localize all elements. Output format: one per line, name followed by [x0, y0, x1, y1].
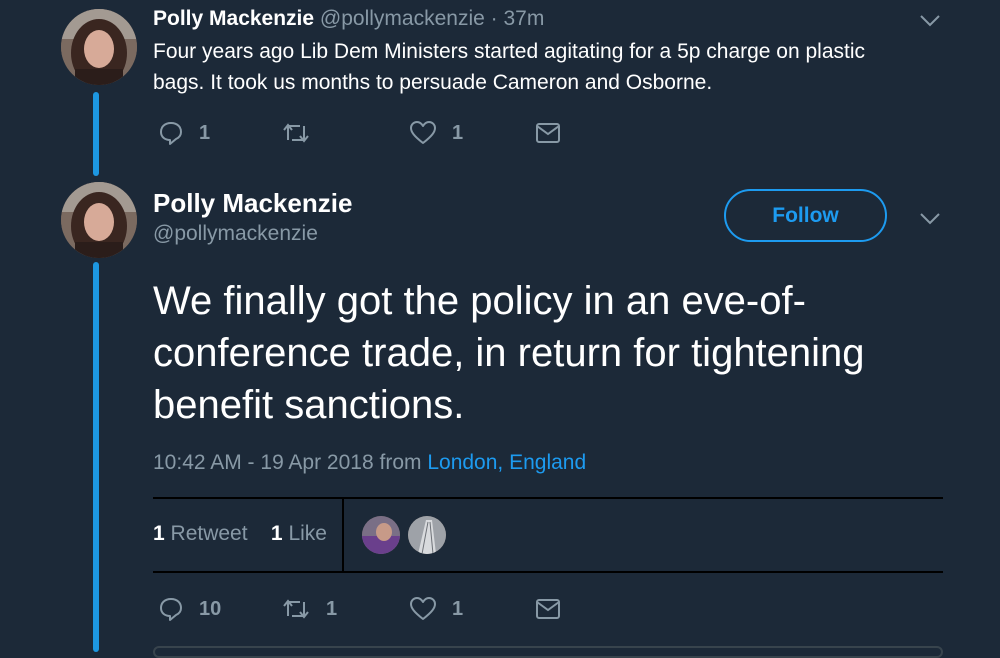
heart-icon[interactable] — [409, 596, 437, 622]
reply-box[interactable] — [153, 646, 943, 658]
reply-count: 1 — [199, 122, 211, 144]
retweet-icon[interactable] — [281, 120, 311, 146]
retweet-label[interactable]: Retweet — [171, 522, 248, 545]
divider — [342, 499, 344, 571]
retweet-total[interactable]: 1 — [153, 522, 165, 545]
tweet-timestamp[interactable]: 10:42 AM - 19 Apr 2018 from — [153, 451, 422, 474]
author-name[interactable]: Polly Mackenzie — [153, 7, 314, 30]
thread-line — [93, 262, 99, 652]
follow-button[interactable]: Follow — [724, 189, 887, 242]
tweet-text-line: bags. It took us months to persuade Came… — [153, 71, 713, 94]
retweet-count: 1 — [326, 598, 338, 620]
tweet-text-line: benefit sanctions. — [153, 383, 465, 427]
avatar[interactable] — [61, 9, 137, 85]
author-handle[interactable]: @pollymackenzie — [153, 222, 318, 246]
like-label[interactable]: Like — [288, 522, 327, 545]
author-handle[interactable]: @pollymackenzie — [320, 7, 485, 30]
like-count: 1 — [452, 598, 464, 620]
tweet-text-line: conference trade, in return for tighteni… — [153, 331, 865, 375]
chevron-down-icon[interactable] — [919, 212, 941, 226]
author-name[interactable]: Polly Mackenzie — [153, 188, 352, 219]
chevron-down-icon[interactable] — [919, 14, 941, 28]
reply-icon[interactable] — [158, 596, 184, 622]
tweet-text-line: We finally got the policy in an eve-of- — [153, 279, 806, 323]
location-link[interactable]: London, England — [427, 451, 586, 474]
heart-icon[interactable] — [409, 120, 437, 146]
like-count: 1 — [452, 122, 464, 144]
reply-icon[interactable] — [158, 120, 184, 146]
retweet-icon[interactable] — [281, 596, 311, 622]
mail-icon[interactable] — [535, 122, 561, 144]
engagement-stats: 1 Retweet 1 Like — [153, 522, 327, 546]
tweet-time[interactable]: · 37m — [491, 7, 545, 30]
tweet-text-line: Four years ago Lib Dem Ministers started… — [153, 40, 866, 63]
reply-count: 10 — [199, 598, 222, 620]
mail-icon[interactable] — [535, 598, 561, 620]
divider — [153, 497, 943, 499]
divider — [153, 571, 943, 573]
liker-avatar[interactable] — [408, 516, 446, 554]
like-total[interactable]: 1 — [271, 522, 283, 545]
avatar[interactable] — [61, 182, 137, 258]
liker-avatar[interactable] — [362, 516, 400, 554]
thread-line — [93, 92, 99, 176]
